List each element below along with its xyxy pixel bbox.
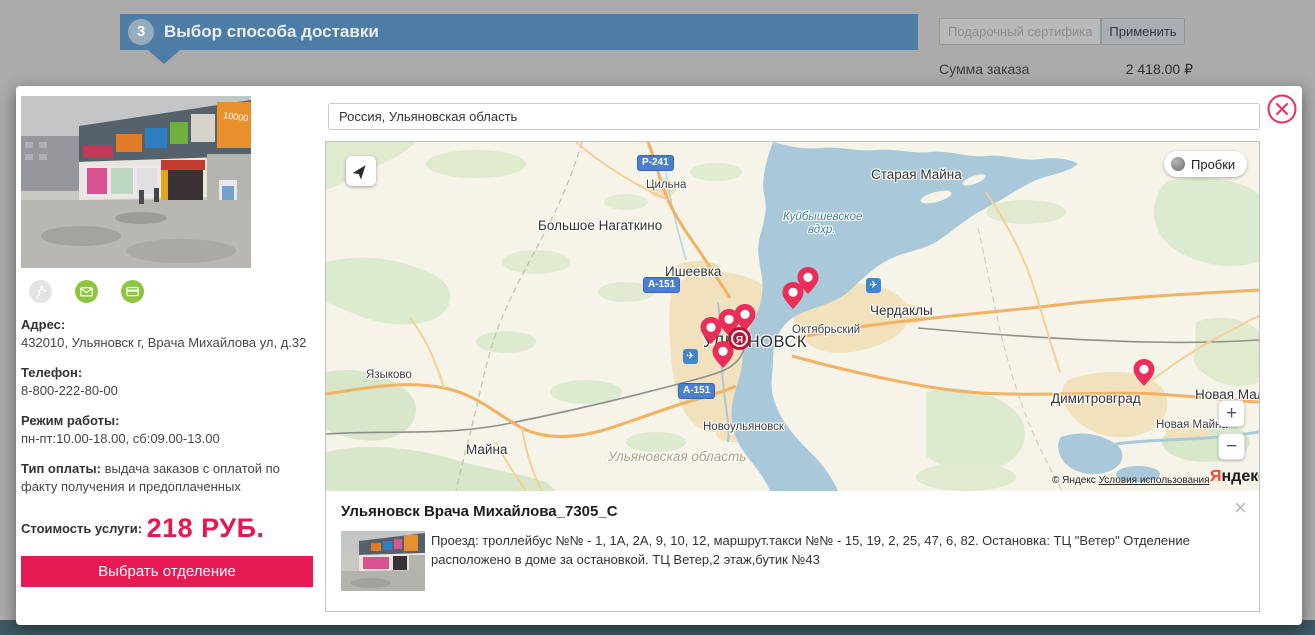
work-hours-value: пн-пт:10.00-18.00, сб:09.00-13.00 (21, 430, 313, 448)
copyright-text: © Яндекс (1052, 475, 1096, 486)
pickup-point-pin[interactable] (734, 304, 756, 332)
address-label: Адрес: (21, 316, 313, 334)
selected-point-marker[interactable]: Я (731, 330, 748, 347)
info-close-button[interactable]: × (1234, 497, 1247, 519)
address-value: 432010, Ульяновск г, Врача Михайлова ул,… (21, 334, 313, 352)
order-sum-value: 2 418.00 ₽ (1108, 61, 1193, 78)
phone-value: 8-800-222-80-00 (21, 382, 313, 400)
step-pointer (148, 50, 180, 64)
map-pins-layer (326, 142, 1259, 491)
page: 3 Выбор способа доставки Применить Сумма… (0, 0, 1315, 635)
point-info-panel: Ульяновск Врача Михайлова_7305_С (326, 491, 1259, 611)
select-office-button[interactable]: Выбрать отделение (21, 556, 313, 587)
pickup-point-pin[interactable] (1133, 359, 1155, 387)
payment-type-block: Тип оплаты: выдача заказов с оплатой по … (21, 460, 313, 496)
order-sum-label: Сумма заказа (939, 61, 1029, 77)
delivery-point-modal: 10000 (16, 86, 1302, 625)
traffic-label: Пробки (1191, 157, 1235, 172)
traffic-icon (1171, 157, 1185, 171)
region-search-input[interactable] (328, 103, 1260, 130)
zoom-out-button[interactable]: − (1218, 433, 1245, 460)
point-title: Ульяновск Врача Михайлова_7305_С (341, 503, 618, 520)
traffic-button[interactable]: Пробки (1164, 151, 1247, 177)
yandex-logo[interactable]: Яндекс (1210, 468, 1259, 486)
navigation-arrow-icon (348, 158, 373, 183)
courier-walk-icon (29, 280, 52, 303)
office-photo: 10000 (21, 96, 251, 268)
map-canvas[interactable]: ЦильнаБольшое НагаткиноСтарая МайнаКуйбы… (326, 142, 1259, 491)
point-description: Проезд: троллейбус №№ - 1, 1А, 2А, 9, 10… (431, 531, 1231, 569)
map-container: ЦильнаБольшое НагаткиноСтарая МайнаКуйбы… (325, 141, 1260, 612)
service-cost-value: 218 РУБ. (147, 513, 265, 543)
terms-link[interactable]: Условия использования (1099, 475, 1210, 486)
modal-close-button[interactable] (1266, 93, 1298, 125)
pickup-point-pin[interactable] (797, 267, 819, 295)
service-icons-row (29, 280, 321, 303)
gift-certificate-input[interactable] (939, 18, 1101, 45)
service-cost-label: Стоимость услуги: (21, 521, 142, 536)
step-number-badge: 3 (128, 19, 154, 45)
point-thumbnail (341, 531, 425, 591)
zoom-in-button[interactable]: + (1218, 400, 1245, 427)
phone-block: Телефон: 8-800-222-80-00 (21, 364, 313, 399)
pickup-point-pin[interactable] (712, 341, 734, 369)
phone-label: Телефон: (21, 364, 313, 382)
work-hours-label: Режим работы: (21, 412, 313, 430)
apply-certificate-button[interactable]: Применить (1101, 18, 1185, 45)
work-hours-block: Режим работы: пн-пт:10.00-18.00, сб:09.0… (21, 412, 313, 447)
service-cost-row: Стоимость услуги: 218 РУБ. (21, 513, 321, 544)
map-copyright: © Яндекс Условия использования (1052, 475, 1210, 486)
close-icon (1266, 93, 1298, 125)
payment-type-label: Тип оплаты: (21, 461, 101, 476)
bank-card-icon (121, 280, 144, 303)
envelope-icon (75, 280, 98, 303)
step-header: 3 Выбор способа доставки (120, 14, 918, 50)
office-details-panel: 10000 (21, 96, 321, 587)
address-block: Адрес: 432010, Ульяновск г, Врача Михайл… (21, 316, 313, 351)
step-title: Выбор способа доставки (164, 14, 379, 50)
geolocation-button[interactable] (346, 156, 376, 186)
